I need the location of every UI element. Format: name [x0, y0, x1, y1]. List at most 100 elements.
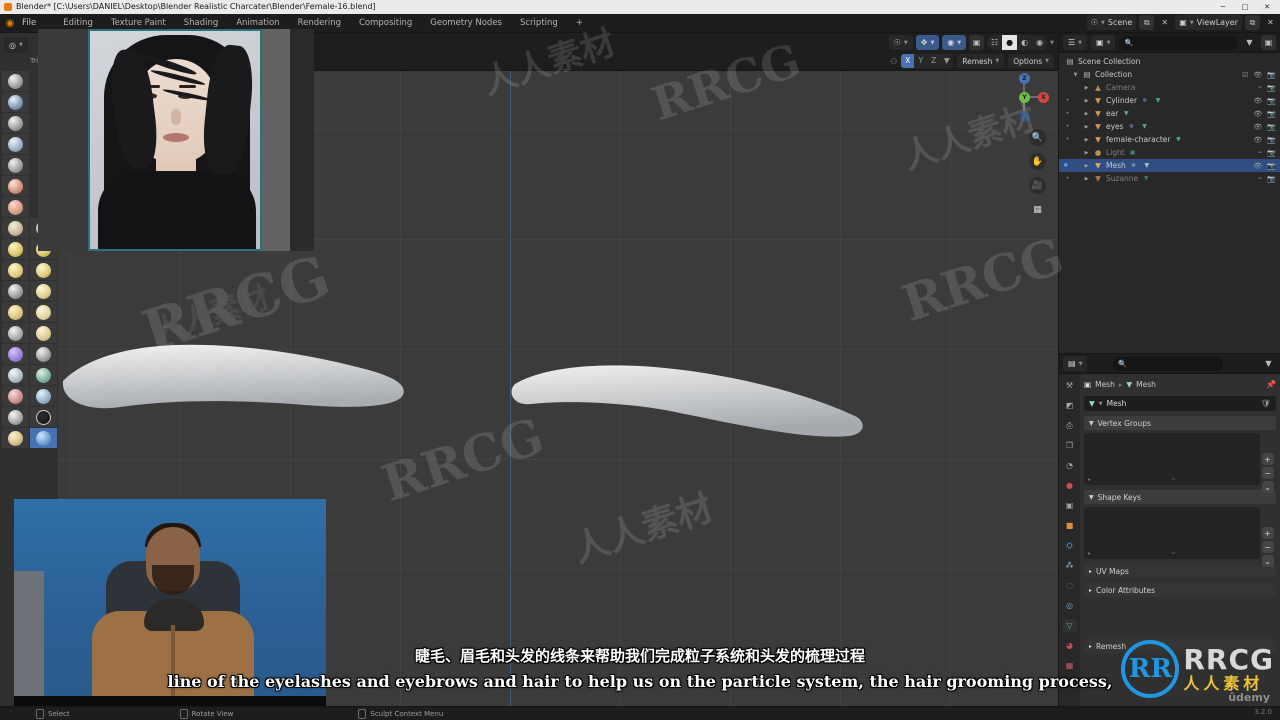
- brush-scrape[interactable]: [30, 260, 57, 280]
- outliner-row-eyes[interactable]: • ▶ ▼ eyes ❄ ▼ 👁 📷: [1059, 120, 1280, 133]
- tab-texture-paint[interactable]: Texture Paint: [110, 16, 167, 30]
- properties-tab-constraints[interactable]: ◎: [1063, 599, 1077, 612]
- panel-header-shape-keys[interactable]: ▼ Shape Keys: [1084, 490, 1276, 504]
- scene-selector[interactable]: ☉ ▼ Scene: [1086, 15, 1137, 30]
- add-vertex-group-button[interactable]: +: [1261, 453, 1274, 465]
- brush-simplify[interactable]: [2, 407, 29, 427]
- checkbox-icon[interactable]: ☑: [1242, 71, 1248, 79]
- properties-tab-render[interactable]: ◩: [1063, 399, 1077, 412]
- outliner-editor-type-button[interactable]: ☰ ▼: [1063, 35, 1088, 50]
- gizmo-axis-neg-z[interactable]: [1019, 111, 1030, 122]
- properties-search-input[interactable]: 🔍: [1113, 356, 1224, 371]
- outliner-row-suzanne[interactable]: • ▶ ▼ Suzanne ▼ ⌣ 📷: [1059, 172, 1280, 185]
- chevron-down-icon[interactable]: ▼: [1050, 40, 1054, 46]
- brush-layer[interactable]: [2, 176, 29, 196]
- outliner-display-mode-button[interactable]: ▣ ▼: [1091, 35, 1116, 50]
- properties-tab-view-layer[interactable]: ❐: [1063, 439, 1077, 452]
- outliner-row-ear[interactable]: • ▶ ▼ ear ▼ 👁 📷: [1059, 107, 1280, 120]
- light-data-icon[interactable]: ▣: [1128, 149, 1138, 156]
- outliner-row-mesh[interactable]: ❖ ▶ ▼ Mesh ❄ ▼ 👁 📷: [1059, 159, 1280, 172]
- maximize-button[interactable]: □: [1234, 0, 1256, 14]
- expand-arrow-icon[interactable]: ▶: [1083, 85, 1090, 91]
- tab-geometry-nodes[interactable]: Geometry Nodes: [429, 16, 503, 30]
- expand-arrow-icon[interactable]: ▶: [1083, 150, 1090, 156]
- expand-arrow-icon[interactable]: ▶: [1083, 111, 1090, 117]
- brush-mask[interactable]: [30, 407, 57, 427]
- remove-shape-key-button[interactable]: −: [1261, 541, 1274, 553]
- brush-nudge[interactable]: [30, 344, 57, 364]
- modifier-icon[interactable]: ❄: [1127, 123, 1137, 130]
- brush-clay[interactable]: [2, 113, 29, 133]
- eye-icon[interactable]: 👁: [1253, 123, 1262, 131]
- brush-snake-hook[interactable]: [2, 323, 29, 343]
- brush-pose[interactable]: [2, 344, 29, 364]
- symmetry-z-toggle[interactable]: Z: [927, 54, 940, 68]
- zoom-icon[interactable]: 🔍: [1029, 129, 1046, 146]
- tab-compositing[interactable]: Compositing: [358, 16, 413, 30]
- brush-clay-thumb[interactable]: [2, 155, 29, 175]
- brush-rotate[interactable]: [2, 365, 29, 385]
- xray-toggle-button[interactable]: ▣: [969, 35, 985, 50]
- panel-header-vertex-groups[interactable]: ▼ Vertex Groups: [1084, 416, 1276, 430]
- camera-icon[interactable]: 📷: [1267, 97, 1276, 105]
- properties-editor-type-button[interactable]: ▤ ▼: [1063, 356, 1088, 371]
- eye-closed-icon[interactable]: ⌣: [1258, 148, 1263, 157]
- datablock-name-field[interactable]: ▼ ▼ Mesh 🛡: [1084, 396, 1276, 411]
- camera-view-icon[interactable]: 🎥: [1029, 177, 1046, 194]
- outliner-search-input[interactable]: 🔍: [1119, 35, 1238, 50]
- properties-tab-output[interactable]: ⎙: [1063, 419, 1077, 432]
- outliner-row-female-character[interactable]: • ▶ ▼ female-character ▼ 👁 📷: [1059, 133, 1280, 146]
- unlink-scene-button[interactable]: ✕: [1157, 15, 1172, 30]
- camera-icon[interactable]: 📷: [1267, 136, 1276, 144]
- camera-icon[interactable]: 📷: [1267, 149, 1276, 157]
- shading-rendered-button[interactable]: ◉: [1032, 35, 1047, 50]
- gizmo-axis-y[interactable]: Y: [1019, 92, 1030, 103]
- expand-arrow-icon[interactable]: ▶: [1083, 137, 1090, 143]
- fake-user-icon[interactable]: 🛡: [1261, 399, 1271, 408]
- mesh-data-icon[interactable]: ▼: [1142, 162, 1152, 169]
- brush-slide-relax[interactable]: [30, 365, 57, 385]
- minimize-button[interactable]: ─: [1212, 0, 1234, 14]
- properties-tab-object-data[interactable]: ▽: [1062, 619, 1077, 632]
- new-collection-icon[interactable]: ▣: [1261, 35, 1276, 50]
- remove-vertex-group-button[interactable]: −: [1261, 467, 1274, 479]
- sculpt-mode-selector[interactable]: ☉ ▼: [888, 35, 913, 50]
- properties-tab-scene[interactable]: ◔: [1063, 459, 1077, 472]
- breadcrumb-object-label[interactable]: Mesh: [1095, 380, 1115, 389]
- reference-image-overlay[interactable]: [38, 29, 314, 251]
- symmetry-y-toggle[interactable]: Y: [914, 54, 927, 68]
- brush-multires-displacement[interactable]: [30, 428, 57, 448]
- properties-tab-world[interactable]: ●: [1063, 479, 1077, 492]
- modifier-icon[interactable]: ❄: [1140, 97, 1150, 104]
- brush-inflate[interactable]: [2, 197, 29, 217]
- gizmo-axis-z[interactable]: Z: [1019, 73, 1030, 84]
- symmetry-dropdown[interactable]: ▼: [940, 54, 953, 68]
- eye-icon[interactable]: 👁: [1253, 71, 1262, 79]
- mesh-data-icon[interactable]: ▼: [1173, 136, 1183, 143]
- mesh-data-icon[interactable]: ▼: [1153, 97, 1163, 104]
- vertex-groups-list[interactable]: ▸ ━: [1084, 433, 1260, 485]
- brush-draw[interactable]: [2, 71, 29, 91]
- outliner-row-scene-collection[interactable]: ▤ Scene Collection: [1059, 55, 1280, 68]
- shading-solid-button[interactable]: ●: [1002, 35, 1018, 50]
- expand-arrow-icon[interactable]: ▶: [1083, 98, 1090, 104]
- camera-icon[interactable]: 📷: [1267, 123, 1276, 131]
- tab-shading[interactable]: Shading: [183, 16, 220, 30]
- tab-animation[interactable]: Animation: [235, 16, 280, 30]
- menu-file[interactable]: File: [22, 18, 36, 28]
- add-shape-key-button[interactable]: +: [1261, 527, 1274, 539]
- properties-tab-object[interactable]: ■: [1063, 519, 1077, 532]
- shape-key-specials-button[interactable]: ⌄: [1261, 555, 1274, 567]
- blender-logo-icon[interactable]: ◉: [0, 18, 20, 29]
- filter-icon[interactable]: ▼: [1242, 35, 1257, 50]
- outliner-row-collection[interactable]: ▼ ▤ Collection ☑ 👁 📷: [1059, 68, 1280, 81]
- brush-blob[interactable]: [2, 218, 29, 238]
- brush-boundary[interactable]: [2, 386, 29, 406]
- brush-thumb[interactable]: [30, 323, 57, 343]
- hand-pan-icon[interactable]: ✋: [1029, 153, 1046, 170]
- mesh-data-icon[interactable]: ▼: [1121, 110, 1131, 117]
- camera-icon[interactable]: 📷: [1267, 162, 1276, 170]
- outliner-row-cylinder[interactable]: • ▶ ▼ Cylinder ❄ ▼ 👁 📷: [1059, 94, 1280, 107]
- properties-tab-physics[interactable]: ◌: [1063, 579, 1077, 592]
- viewlayer-selector[interactable]: ▣ ▼ ViewLayer: [1175, 15, 1242, 30]
